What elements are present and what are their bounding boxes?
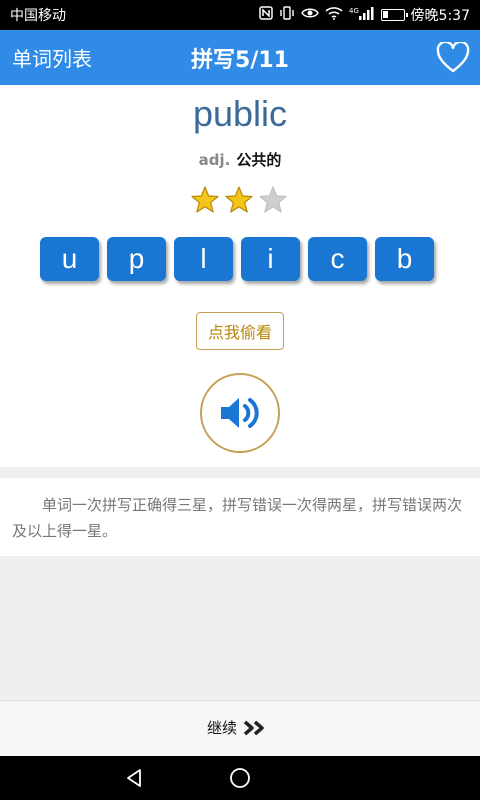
- letter-tile[interactable]: l: [174, 237, 233, 281]
- star-rating: [190, 185, 288, 215]
- clock: 傍晚5:37: [410, 8, 470, 24]
- star-filled-icon: [225, 186, 253, 213]
- word-meaning: 公共的: [236, 151, 282, 169]
- peek-button[interactable]: 点我偷看: [196, 312, 284, 350]
- letter-tile[interactable]: c: [308, 237, 367, 281]
- star-empty-icon: [259, 186, 287, 213]
- battery-level: [382, 11, 388, 18]
- battery-icon: [380, 9, 408, 21]
- continue-button[interactable]: 继续: [207, 717, 269, 738]
- app-header: 单词列表 拼写5/11: [0, 30, 480, 85]
- letter-tile[interactable]: b: [375, 237, 434, 281]
- bottom-bar: 继续: [0, 700, 480, 756]
- continue-label: 继续: [207, 719, 238, 737]
- letter-tile[interactable]: i: [241, 237, 300, 281]
- word-card: public adj. 公共的 uplicb 点我偷看: [0, 85, 480, 467]
- system-nav-bar: [0, 756, 480, 800]
- carrier-label: 中国移动: [10, 8, 66, 24]
- double-chevron-right-icon: [243, 720, 264, 735]
- home-circle-icon[interactable]: [229, 767, 251, 789]
- letter-tiles: uplicb: [40, 237, 434, 281]
- status-bar: 中国移动 4G 傍晚5:37: [0, 0, 480, 30]
- letter-tile[interactable]: u: [40, 237, 99, 281]
- target-word: public: [192, 93, 288, 134]
- nfc-icon: [258, 6, 273, 24]
- scoring-hint: 单词一次拼写正确得三星，拼写错误一次得两星，拼写错误两次及以上得一星。: [0, 478, 480, 556]
- back-triangle-icon[interactable]: [123, 767, 145, 789]
- status-icons: 4G 傍晚5:37: [258, 5, 470, 25]
- network-label: 4G: [349, 7, 359, 15]
- word-definition: adj. 公共的: [0, 149, 480, 170]
- speaker-icon: [221, 398, 259, 428]
- signal-icon: 4G: [349, 6, 375, 24]
- letter-tile[interactable]: p: [107, 237, 166, 281]
- part-of-speech: adj.: [198, 151, 231, 169]
- vibrate-icon: [279, 6, 295, 24]
- wifi-icon: [325, 6, 343, 24]
- word-list-button[interactable]: 单词列表: [12, 43, 92, 72]
- pronounce-button[interactable]: [200, 373, 280, 453]
- star-filled-icon: [191, 186, 219, 213]
- eye-icon: [300, 7, 319, 23]
- heart-outline-icon[interactable]: [436, 42, 470, 74]
